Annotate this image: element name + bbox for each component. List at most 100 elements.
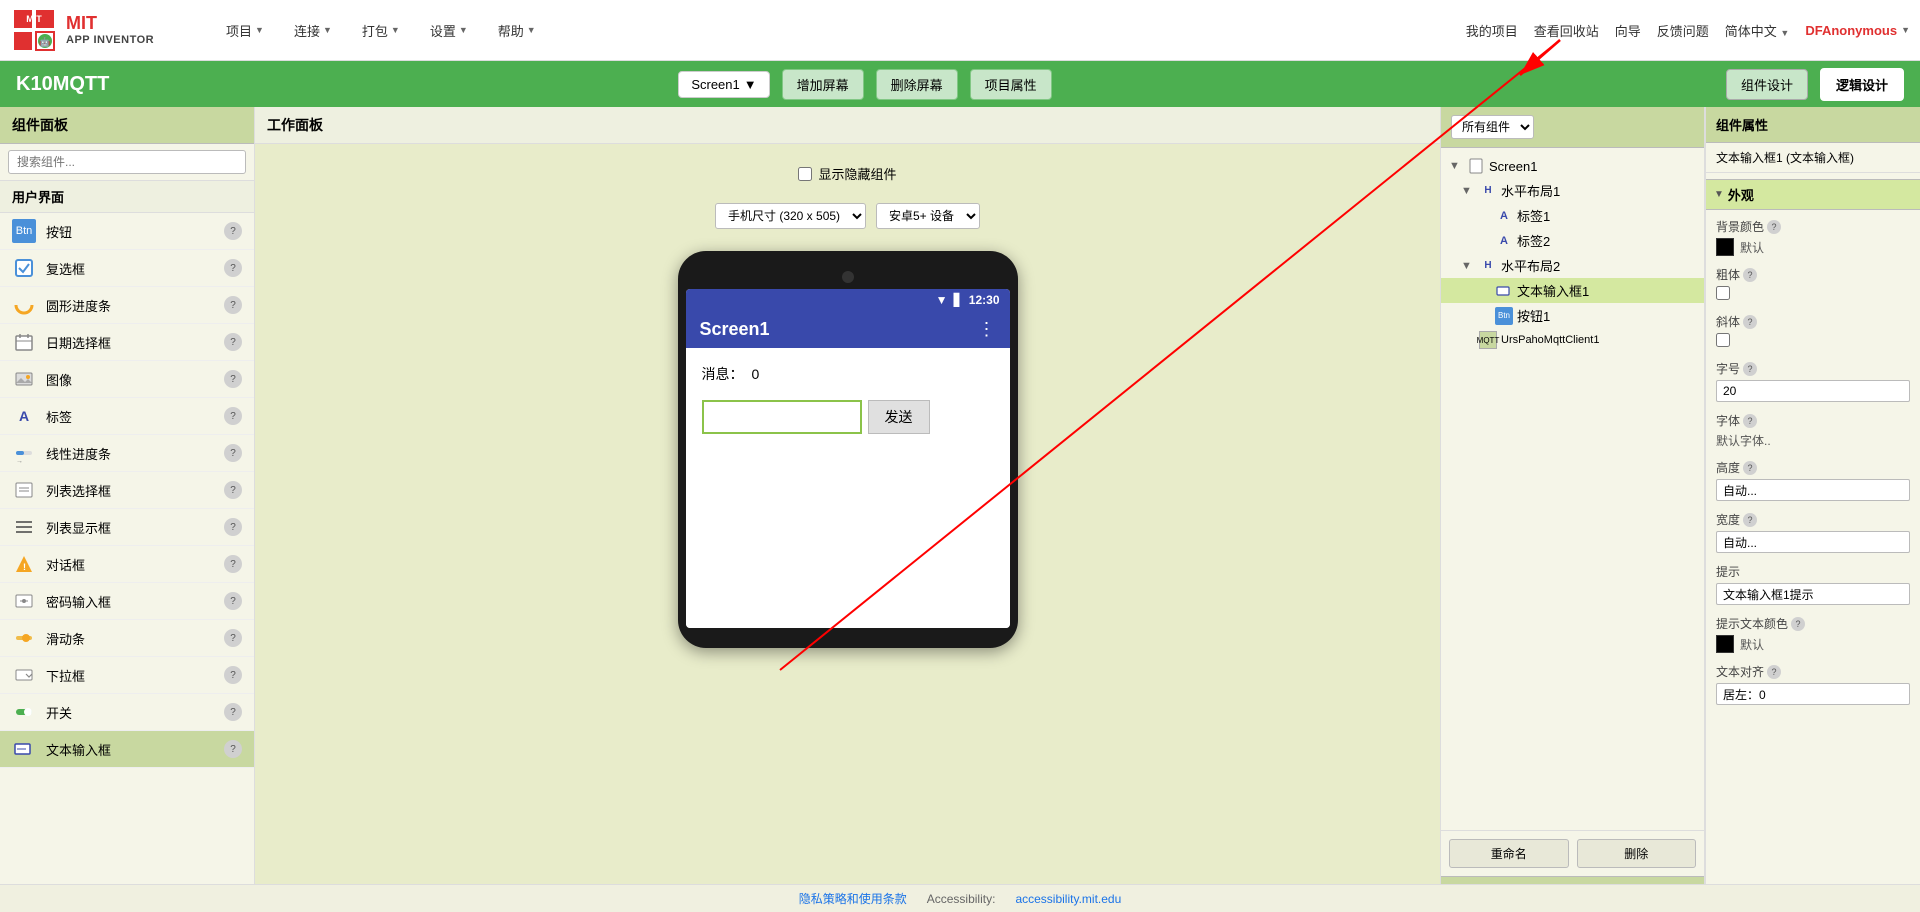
menu-connect[interactable]: 连接▼ [288, 17, 338, 44]
tree-item-label1[interactable]: ▼ A 标签1 [1441, 203, 1704, 228]
help-icon-list-display[interactable]: ? [224, 518, 242, 536]
comp-item-password[interactable]: 密码输入框 ? [0, 583, 254, 620]
help-icon-list-select[interactable]: ? [224, 481, 242, 499]
guide-link[interactable]: 向导 [1615, 21, 1641, 40]
help-icon-label[interactable]: ? [224, 407, 242, 425]
logic-mode-button[interactable]: 逻辑设计 [1820, 68, 1904, 101]
help-icon[interactable]: ? [1743, 362, 1757, 376]
help-icon[interactable]: ? [1767, 665, 1781, 679]
hlayout-icon: H [1479, 257, 1497, 275]
help-icon-dropdown[interactable]: ? [224, 666, 242, 684]
mit-logo-icon: MIT 🤖 [10, 6, 58, 54]
help-icon[interactable]: ? [1743, 461, 1757, 475]
tree-item-label2[interactable]: ▼ A 标签2 [1441, 228, 1704, 253]
tree-label-hlayout1: 水平布局1 [1501, 181, 1560, 200]
help-icon-datepicker[interactable]: ? [224, 333, 242, 351]
screen-selector[interactable]: Screen1 ▼ [678, 71, 769, 98]
italic-checkbox[interactable] [1716, 333, 1730, 347]
svg-text:!: ! [23, 562, 26, 572]
tree-item-textinput1[interactable]: ▼ 文本输入框1 [1441, 278, 1704, 303]
comp-item-checkbox[interactable]: 复选框 ? [0, 250, 254, 287]
comp-item-list-select[interactable]: 列表选择框 ? [0, 472, 254, 509]
help-icon-dialog[interactable]: ? [224, 555, 242, 573]
help-icon-slider[interactable]: ? [224, 629, 242, 647]
trash-link[interactable]: 查看回收站 [1534, 21, 1599, 40]
height-input[interactable] [1716, 479, 1910, 501]
triangle-icon: ▼ [1714, 189, 1724, 200]
comp-item-label[interactable]: A 标签 ? [0, 398, 254, 435]
tree-item-mqtt-client[interactable]: ▼ MQTT UrsPahoMqttClient1 [1441, 328, 1704, 352]
search-input[interactable] [8, 150, 246, 174]
bold-checkbox[interactable] [1716, 286, 1730, 300]
help-icon-switch[interactable]: ? [224, 703, 242, 721]
comp-item-circular-progress[interactable]: 圆形进度条 ? [0, 287, 254, 324]
width-input[interactable] [1716, 531, 1910, 553]
chevron-down-icon: ▼ [527, 25, 536, 35]
menu-help[interactable]: 帮助▼ [492, 17, 542, 44]
menu-settings[interactable]: 设置▼ [424, 17, 474, 44]
accessibility-link[interactable]: accessibility.mit.edu [1015, 892, 1121, 906]
bg-color-value[interactable]: 默认 [1716, 238, 1910, 256]
menu-project[interactable]: 项目▼ [220, 17, 270, 44]
svg-text:→: → [16, 458, 23, 463]
tree-item-hlayout2[interactable]: ▼ H 水平布局2 [1441, 253, 1704, 278]
help-icon[interactable]: ? [1743, 414, 1757, 428]
help-icon[interactable]: ? [1743, 513, 1757, 527]
workspace-header: 工作面板 [255, 107, 1440, 144]
text-align-input[interactable] [1716, 683, 1910, 705]
help-icon[interactable]: ? [1743, 268, 1757, 282]
delete-button[interactable]: 删除 [1577, 839, 1697, 868]
password-icon [12, 589, 36, 613]
help-icon-image[interactable]: ? [224, 370, 242, 388]
user-menu[interactable]: DFAnonymous ▼ [1805, 23, 1910, 38]
help-icon-button[interactable]: ? [224, 222, 242, 240]
hint-color-value[interactable]: 默认 [1716, 635, 1910, 653]
all-components-select[interactable]: 所有组件 [1451, 115, 1534, 139]
menu-build[interactable]: 打包▼ [356, 17, 406, 44]
comp-item-dialog[interactable]: ! 对话框 ? [0, 546, 254, 583]
tree-item-button1[interactable]: ▼ Btn 按钮1 [1441, 303, 1704, 328]
rename-button[interactable]: 重命名 [1449, 839, 1569, 868]
chevron-down-icon: ▼ [459, 25, 468, 35]
remove-screen-button[interactable]: 删除屏幕 [876, 69, 958, 100]
help-icon-checkbox[interactable]: ? [224, 259, 242, 277]
help-icon-linear-progress[interactable]: ? [224, 444, 242, 462]
comp-item-slider[interactable]: 滑动条 ? [0, 620, 254, 657]
send-button[interactable]: 发送 [868, 400, 930, 434]
help-icon[interactable]: ? [1743, 315, 1757, 329]
phone-title-bar: Screen1 ⋮ [686, 311, 1010, 348]
help-icon[interactable]: ? [1767, 220, 1781, 234]
hlayout-icon: H [1479, 182, 1497, 200]
project-properties-button[interactable]: 项目属性 [970, 69, 1052, 100]
design-mode-button[interactable]: 组件设计 [1726, 69, 1808, 100]
hint-input[interactable] [1716, 583, 1910, 605]
phone-text-input[interactable] [702, 400, 862, 434]
appearance-section: ▼ 外观 背景颜色 ? 默认 粗体 ? [1706, 173, 1920, 721]
privacy-link[interactable]: 隐私策略和使用条款 [799, 890, 907, 907]
comp-item-datepicker[interactable]: 日期选择框 ? [0, 324, 254, 361]
phone-area: 显示隐藏组件 手机尺寸 (320 x 505) 安卓5+ 设备 ▼ [678, 164, 1018, 648]
comp-item-switch[interactable]: 开关 ? [0, 694, 254, 731]
android-select[interactable]: 安卓5+ 设备 [876, 203, 980, 229]
comp-item-image[interactable]: 图像 ? [0, 361, 254, 398]
tree-item-hlayout1[interactable]: ▼ H 水平布局1 [1441, 178, 1704, 203]
language-selector[interactable]: 简体中文 ▼ [1725, 21, 1790, 40]
comp-item-dropdown[interactable]: 下拉框 ? [0, 657, 254, 694]
add-screen-button[interactable]: 增加屏幕 [782, 69, 864, 100]
comp-item-linear-progress[interactable]: → 线性进度条 ? [0, 435, 254, 472]
help-icon-password[interactable]: ? [224, 592, 242, 610]
help-icon-textinput[interactable]: ? [224, 740, 242, 758]
help-icon[interactable]: ? [1791, 617, 1805, 631]
fontsize-input[interactable] [1716, 380, 1910, 402]
my-projects-link[interactable]: 我的项目 [1466, 21, 1518, 40]
feedback-link[interactable]: 反馈问题 [1657, 21, 1709, 40]
comp-item-button[interactable]: Btn 按钮 ? [0, 213, 254, 250]
show-hidden-checkbox[interactable] [798, 167, 812, 181]
comp-item-list-display[interactable]: 列表显示框 ? [0, 509, 254, 546]
comp-item-textinput[interactable]: 文本输入框 ? [0, 731, 254, 768]
tree-item-screen1[interactable]: ▼ Screen1 [1441, 154, 1704, 178]
comp-label-image: 图像 [46, 370, 214, 389]
phone-size-select[interactable]: 手机尺寸 (320 x 505) [715, 203, 866, 229]
textinput-icon [12, 737, 36, 761]
help-icon-circular-progress[interactable]: ? [224, 296, 242, 314]
